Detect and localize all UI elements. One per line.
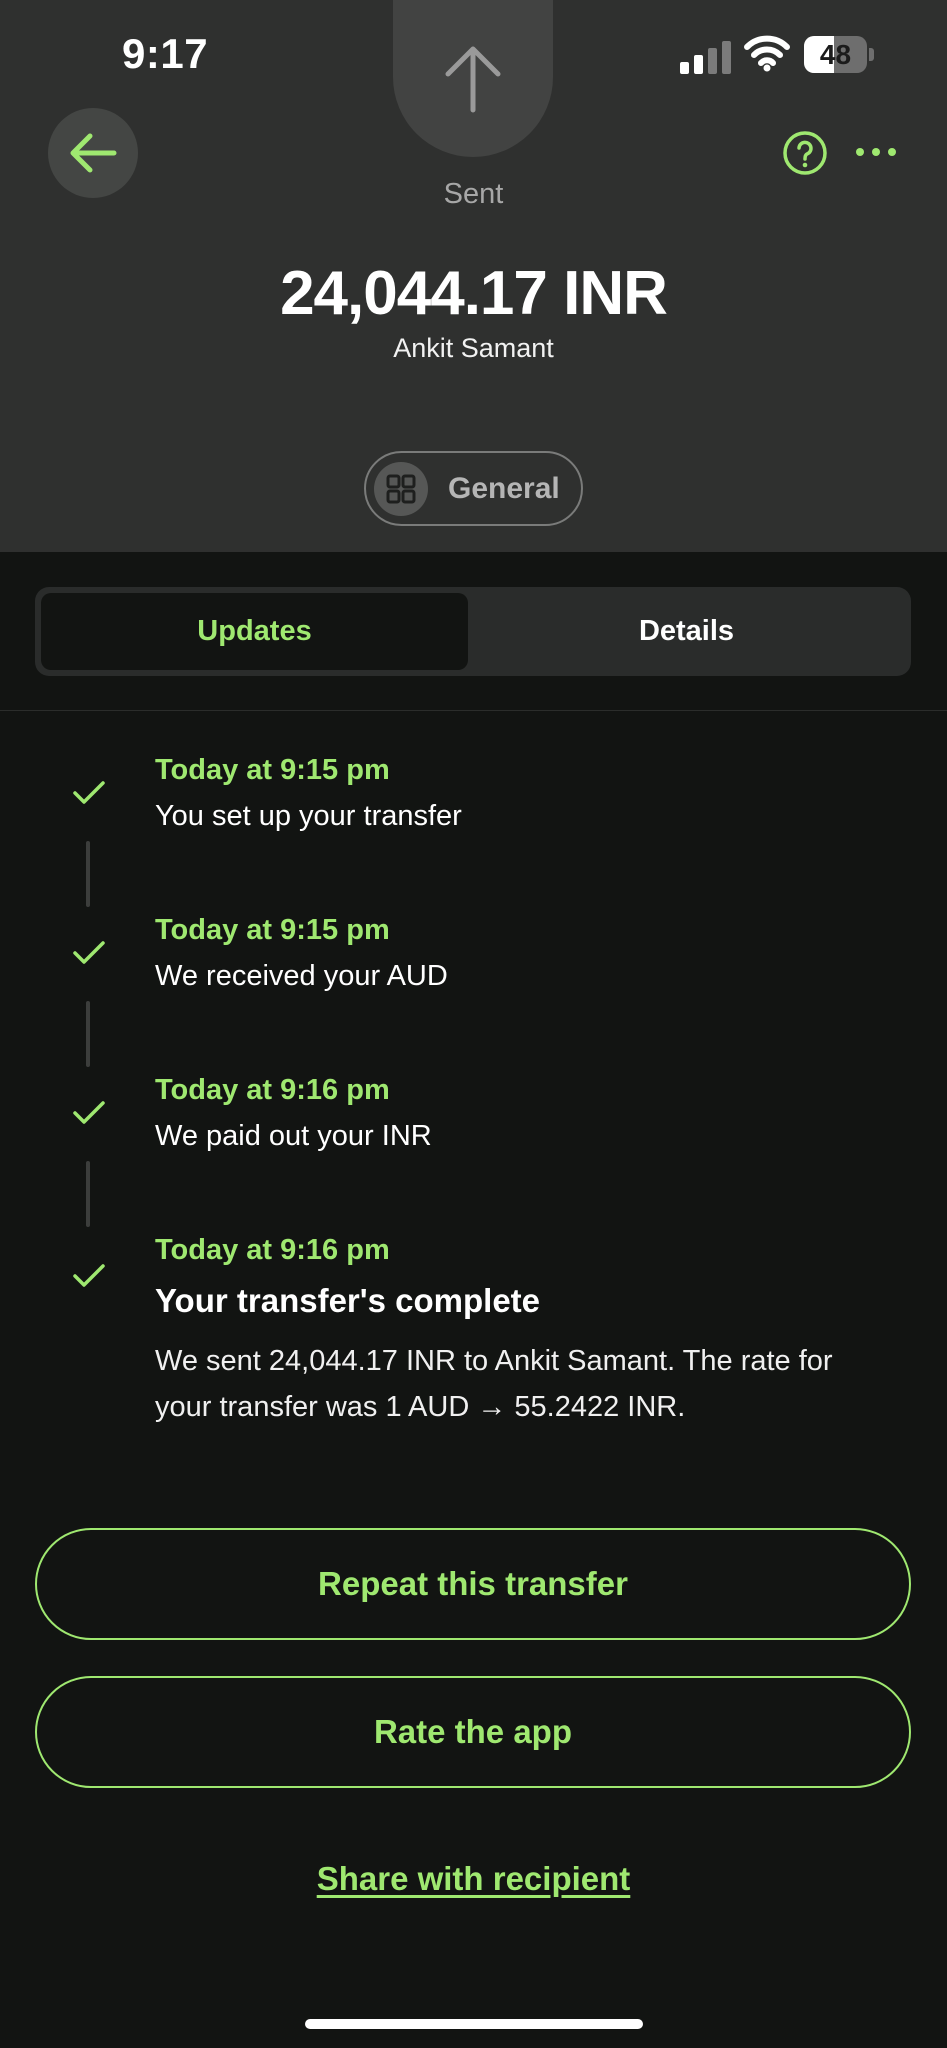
event-time: Today at 9:15 pm — [155, 914, 390, 946]
more-options-icon[interactable] — [856, 138, 896, 166]
check-icon — [73, 941, 105, 964]
timeline-connector — [86, 1161, 90, 1227]
transfer-amount: 24,044.17 INR — [280, 259, 668, 328]
event-description-line: your transfer was 1 AUD → 55.2422 INR. — [155, 1391, 686, 1423]
help-icon[interactable] — [782, 130, 828, 176]
check-icon — [73, 1264, 105, 1287]
status-label: Sent — [443, 178, 504, 210]
event-text: We paid out your INR — [155, 1120, 432, 1152]
event-text: We received your AUD — [155, 960, 448, 992]
arrow-up-icon — [445, 46, 501, 112]
event-time: Today at 9:15 pm — [155, 754, 390, 786]
battery-icon: 48 — [804, 36, 874, 73]
category-chip[interactable]: General — [364, 451, 583, 526]
back-button[interactable] — [48, 108, 138, 198]
wifi-icon — [744, 35, 790, 72]
event-time: Today at 9:16 pm — [155, 1074, 390, 1106]
tab-details[interactable]: Details — [468, 593, 905, 670]
share-with-recipient-link[interactable]: Share with recipient — [0, 1860, 947, 1898]
repeat-transfer-button[interactable]: Repeat this transfer — [35, 1528, 911, 1640]
event-title: Your transfer's complete — [155, 1282, 541, 1319]
tab-updates[interactable]: Updates — [41, 593, 468, 670]
home-indicator — [305, 2019, 643, 2029]
event-description-line: We sent 24,044.17 INR to Ankit Samant. T… — [155, 1345, 833, 1377]
recipient-name: Ankit Samant — [393, 333, 554, 363]
sent-status-icon — [393, 0, 553, 157]
tab-bar: Updates Details — [35, 587, 911, 676]
transfer-header: 9:17 48 Sent 24,044.17 INR Ankit Samant … — [0, 0, 947, 552]
status-time: 9:17 — [122, 30, 209, 77]
signal-icon — [680, 40, 732, 74]
rate-app-button[interactable]: Rate the app — [35, 1676, 911, 1788]
arrow-left-icon — [70, 133, 117, 173]
timeline-connector — [86, 1001, 90, 1067]
check-icon — [73, 781, 105, 804]
event-time: Today at 9:16 pm — [155, 1234, 390, 1266]
category-label: General — [448, 471, 560, 505]
battery-percent: 48 — [819, 39, 852, 70]
grid-icon — [374, 461, 428, 516]
divider — [0, 710, 947, 711]
check-icon — [73, 1101, 105, 1124]
transfer-detail-screen: 9:17 48 Sent 24,044.17 INR Ankit Samant … — [0, 0, 947, 2048]
event-text: You set up your transfer — [155, 800, 462, 832]
timeline-connector — [86, 841, 90, 907]
